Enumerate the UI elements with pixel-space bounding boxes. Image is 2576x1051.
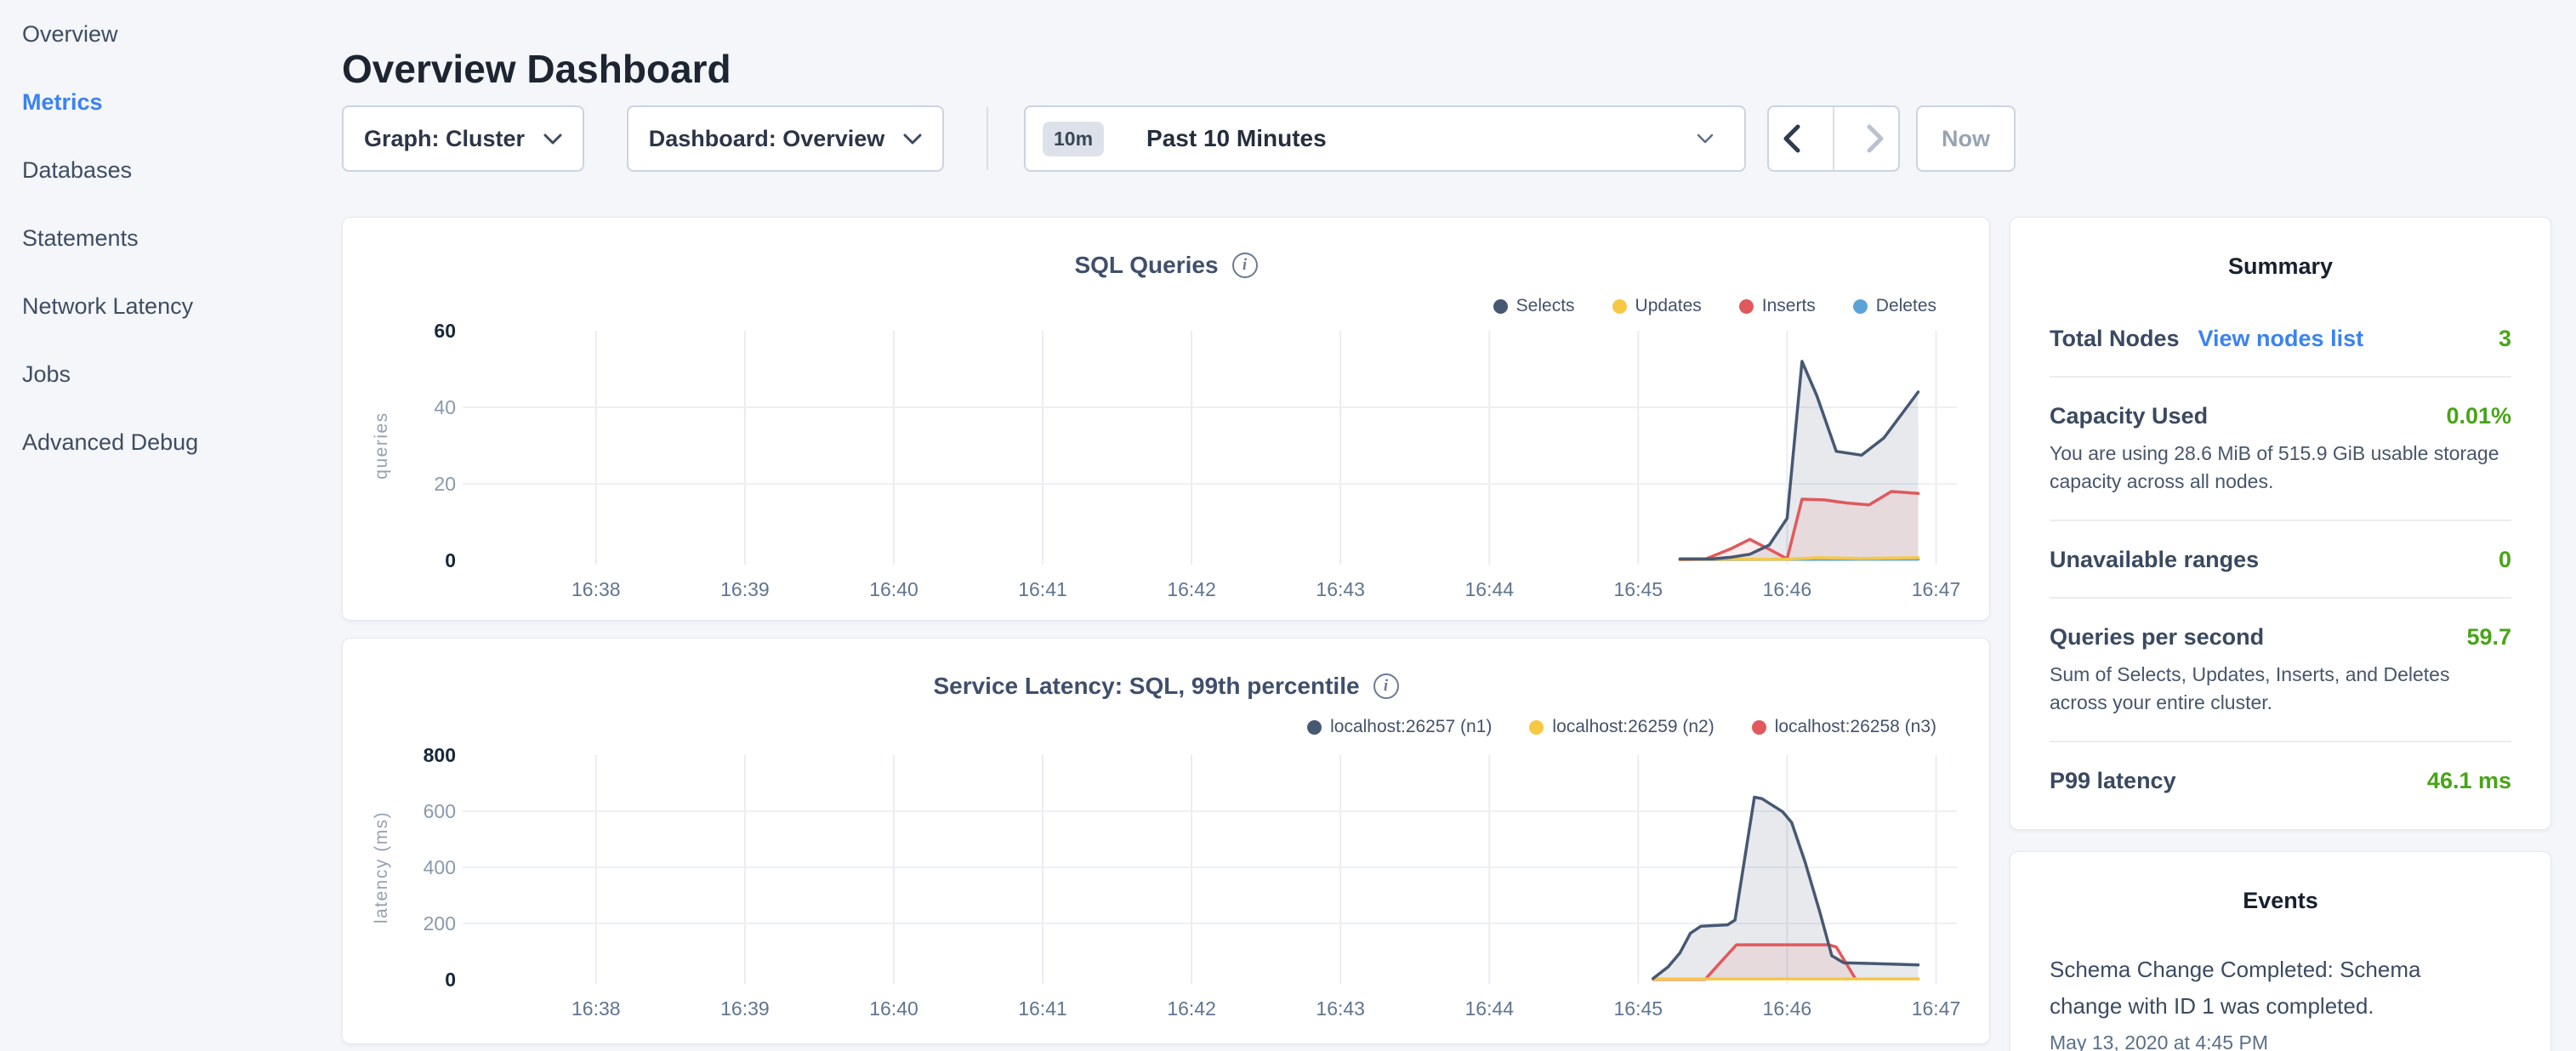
sidebar-item-overview[interactable]: Overview	[0, 0, 340, 68]
graph-source-dropdown[interactable]: Graph: Cluster	[342, 105, 584, 172]
summary-label: P99 latency	[2050, 768, 2176, 794]
service-latency-plot[interactable]: 16:38 16:39 16:40 16:41 16:42 16:43 16:44 16:45…	[343, 639, 1991, 1045]
svg-text:16:41: 16:41	[1018, 997, 1067, 1020]
svg-text:16:40: 16:40	[869, 997, 918, 1020]
svg-text:16:45: 16:45	[1614, 997, 1663, 1020]
svg-text:400: 400	[424, 856, 456, 878]
svg-text:16:46: 16:46	[1763, 578, 1812, 600]
svg-text:16:39: 16:39	[720, 997, 770, 1020]
svg-text:16:40: 16:40	[869, 578, 918, 600]
svg-text:16:39: 16:39	[720, 578, 770, 600]
chevron-left-icon	[1783, 124, 1800, 153]
summary-value: 59.7	[2466, 624, 2511, 650]
time-back-button[interactable]	[1769, 107, 1814, 170]
svg-text:16:38: 16:38	[571, 997, 621, 1020]
summary-description: Sum of Selects, Updates, Inserts, and De…	[2050, 661, 2511, 717]
events-title: Events	[2010, 852, 2550, 914]
sidebar-item-metrics[interactable]: Metrics	[0, 68, 340, 136]
svg-text:16:46: 16:46	[1763, 997, 1812, 1020]
summary-label: Total Nodes	[2050, 326, 2180, 352]
svg-text:16:47: 16:47	[1912, 578, 1961, 600]
summary-title: Summary	[2010, 218, 2550, 280]
svg-text:800: 800	[424, 744, 456, 766]
svg-text:200: 200	[424, 912, 456, 935]
svg-text:16:42: 16:42	[1167, 578, 1216, 600]
svg-text:40: 40	[434, 396, 456, 418]
svg-text:0: 0	[445, 969, 456, 991]
service-latency-chart-panel: Service Latency: SQL, 99th percentile i …	[342, 638, 1990, 1044]
sidebar-item-advanced-debug[interactable]: Advanced Debug	[0, 408, 340, 476]
svg-text:60: 60	[434, 320, 456, 342]
sidebar-item-statements[interactable]: Statements	[0, 204, 340, 272]
svg-text:latency (ms): latency (ms)	[372, 811, 391, 923]
dashboard-dropdown[interactable]: Dashboard: Overview	[627, 105, 944, 172]
summary-value: 46.1 ms	[2427, 768, 2511, 794]
divider	[2050, 520, 2511, 521]
summary-row-unavailable-ranges: Unavailable ranges 0	[2050, 547, 2511, 573]
svg-text:16:38: 16:38	[571, 578, 621, 600]
time-range-dropdown[interactable]: 10m Past 10 Minutes	[1024, 105, 1746, 172]
chevron-down-icon	[543, 134, 562, 145]
events-panel: Events Schema Change Completed: Schema c…	[2010, 851, 2551, 1051]
time-range-label: Past 10 Minutes	[1146, 125, 1327, 152]
summary-value: 0	[2499, 547, 2511, 573]
sql-queries-plot[interactable]: 16:38 16:39 16:40 16:41 16:42 16:43 16:44 16:45…	[343, 218, 1991, 622]
chevron-down-icon	[903, 134, 922, 145]
graph-source-label: Graph: Cluster	[364, 126, 525, 152]
sidebar: Overview Metrics Databases Statements Ne…	[0, 0, 340, 476]
summary-label: Unavailable ranges	[2050, 547, 2259, 573]
sidebar-item-network-latency[interactable]: Network Latency	[0, 272, 340, 340]
summary-value: 0.01%	[2446, 403, 2511, 429]
svg-text:16:44: 16:44	[1465, 997, 1515, 1020]
now-button[interactable]: Now	[1916, 105, 2016, 172]
time-forward-button[interactable]	[1853, 107, 1898, 170]
summary-value: 3	[2499, 326, 2511, 352]
summary-label: Queries per second	[2050, 624, 2264, 650]
svg-text:16:41: 16:41	[1018, 578, 1067, 600]
svg-text:queries: queries	[372, 412, 391, 479]
chevron-right-icon	[1867, 124, 1884, 153]
metrics-page: Overview Metrics Databases Statements Ne…	[0, 0, 2576, 1051]
summary-row-total-nodes: Total Nodes View nodes list 3	[2050, 326, 2511, 352]
view-nodes-list-link[interactable]: View nodes list	[2198, 326, 2364, 352]
svg-text:16:42: 16:42	[1167, 997, 1216, 1020]
time-nav-group	[1767, 105, 1900, 172]
svg-text:600: 600	[424, 800, 456, 822]
summary-row-qps: Queries per second 59.7	[2050, 624, 2511, 650]
svg-text:16:43: 16:43	[1316, 997, 1365, 1020]
svg-text:16:43: 16:43	[1316, 578, 1365, 600]
summary-panel: Summary Total Nodes View nodes list 3 Ca…	[2010, 217, 2551, 830]
page-title: Overview Dashboard	[342, 45, 731, 93]
chevron-down-icon	[1697, 134, 1714, 144]
summary-label: Capacity Used	[2050, 403, 2208, 429]
summary-row-capacity: Capacity Used 0.01%	[2050, 403, 2511, 429]
divider	[2050, 597, 2511, 599]
svg-text:16:45: 16:45	[1614, 578, 1663, 600]
svg-text:20: 20	[434, 473, 456, 495]
event-timestamp: May 13, 2020 at 4:45 PM	[2050, 1031, 2511, 1051]
sql-queries-chart-panel: SQL Queries i Selects Updates Inserts De…	[342, 217, 1990, 621]
divider	[2050, 741, 2511, 742]
time-range-badge: 10m	[1043, 122, 1104, 156]
svg-text:0: 0	[445, 549, 456, 571]
dashboard-label: Dashboard: Overview	[649, 126, 885, 152]
sidebar-item-databases[interactable]: Databases	[0, 136, 340, 204]
divider	[2050, 376, 2511, 378]
summary-row-p99-latency: P99 latency 46.1 ms	[2050, 768, 2511, 794]
arrow-separator	[1833, 107, 1834, 170]
toolbar-divider	[987, 107, 988, 170]
sidebar-item-jobs[interactable]: Jobs	[0, 340, 340, 408]
svg-text:16:44: 16:44	[1465, 578, 1515, 600]
svg-text:16:47: 16:47	[1912, 997, 1961, 1020]
event-message[interactable]: Schema Change Completed: Schema change w…	[2050, 952, 2441, 1025]
summary-body: Total Nodes View nodes list 3 Capacity U…	[2010, 326, 2550, 794]
summary-description: You are using 28.6 MiB of 515.9 GiB usab…	[2050, 440, 2511, 496]
